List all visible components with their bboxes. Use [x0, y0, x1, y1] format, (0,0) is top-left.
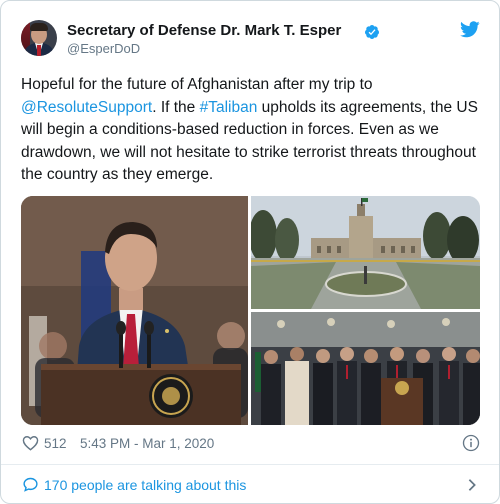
photo-speaker-at-podium[interactable]	[21, 196, 248, 425]
heart-icon[interactable]	[22, 435, 39, 451]
twitter-bird-icon[interactable]	[460, 21, 480, 38]
mention-link[interactable]: @ResoluteSupport	[21, 99, 152, 116]
speech-bubble-icon[interactable]	[22, 476, 39, 493]
tweet-timestamp[interactable]: 5:43 PM - Mar 1, 2020	[80, 436, 214, 451]
like-count: 512	[44, 436, 67, 451]
tweet-text-part: . If the	[152, 98, 200, 116]
verified-badge-icon	[364, 25, 379, 39]
photo-palace-driveway[interactable]	[251, 196, 480, 309]
footer-divider	[1, 464, 499, 465]
author-name[interactable]: Secretary of Defense Dr. Mark T. Esper	[67, 22, 341, 40]
media-grid	[21, 196, 480, 425]
author-handle[interactable]: @EsperDoD	[67, 41, 140, 57]
author-avatar[interactable]	[21, 20, 57, 56]
tweet-text-part: Hopeful for the future of Afghanistan af…	[21, 76, 373, 93]
chevron-right-icon[interactable]	[466, 478, 478, 492]
conversation-link[interactable]: 170 people are talking about this	[44, 477, 246, 493]
tweet-card: Secretary of Defense Dr. Mark T. Esper @…	[0, 0, 500, 504]
hashtag-link[interactable]: #Taliban	[200, 99, 258, 116]
photo-delegation-stage[interactable]	[251, 312, 480, 425]
tweet-text: Hopeful for the future of Afghanistan af…	[21, 74, 483, 187]
info-icon[interactable]	[462, 434, 480, 452]
